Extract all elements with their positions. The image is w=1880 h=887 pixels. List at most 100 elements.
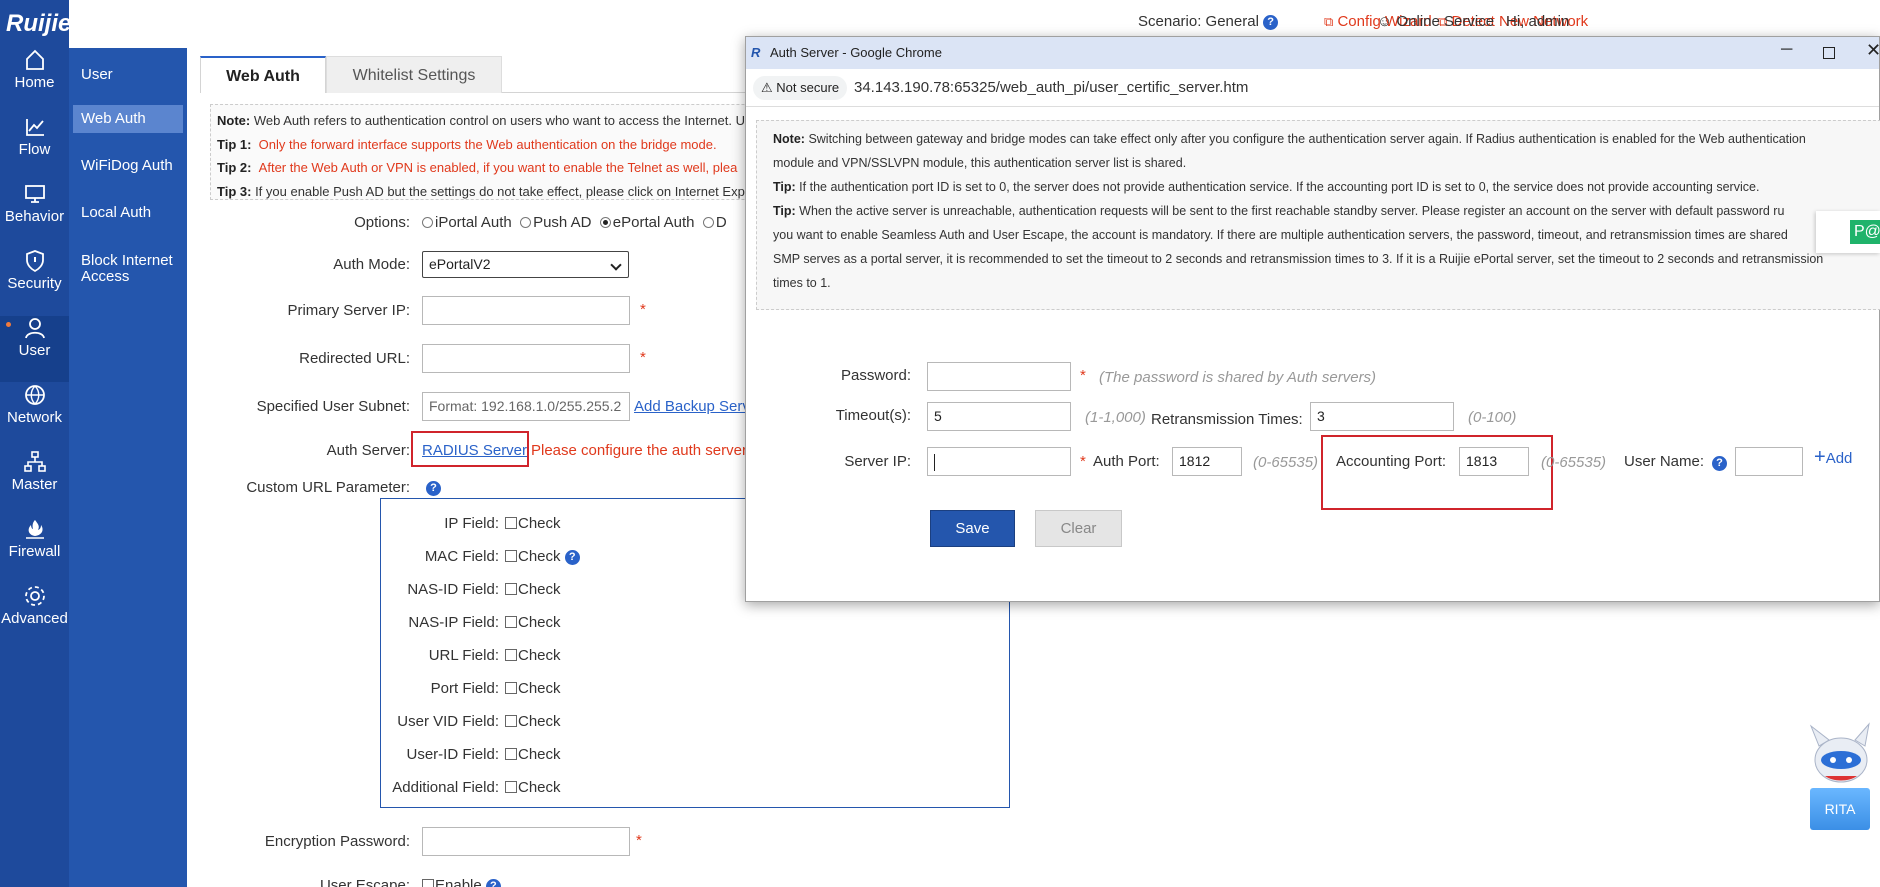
nav-flow[interactable]: Flow bbox=[0, 115, 69, 181]
minimize-button[interactable]: ─ bbox=[1781, 41, 1792, 59]
user-id-checkbox[interactable]: Check bbox=[505, 746, 561, 763]
param-ip-field: IP Field: Check bbox=[444, 515, 561, 532]
radio-d[interactable]: D bbox=[702, 214, 727, 231]
param-user-vid-field: User VID Field: Check bbox=[397, 713, 561, 730]
nas-id-checkbox[interactable]: Check bbox=[505, 581, 561, 598]
nav-home[interactable]: Home bbox=[0, 48, 69, 114]
timeout-hint: (1-1,000) bbox=[1085, 409, 1146, 426]
nas-ip-checkbox[interactable]: Check bbox=[505, 614, 561, 631]
nav-user[interactable]: User bbox=[0, 316, 69, 382]
scenario: Scenario: General ? bbox=[1138, 13, 1279, 30]
subnav-local-auth[interactable]: Local Auth bbox=[73, 199, 183, 227]
nav-master-label: Master bbox=[11, 476, 58, 493]
nav-network[interactable]: Network bbox=[0, 383, 69, 449]
timeout-input[interactable]: 5 bbox=[927, 402, 1071, 431]
server-ip-input[interactable] bbox=[927, 447, 1071, 476]
additional-field-checkbox[interactable]: Check bbox=[505, 779, 561, 796]
popup-titlebar: R Auth Server - Google Chrome ─ ✕ bbox=[746, 37, 1880, 69]
redirect-url-input[interactable] bbox=[422, 344, 630, 373]
port-field-checkbox[interactable]: Check bbox=[505, 680, 561, 697]
help-icon[interactable]: ? bbox=[485, 878, 501, 887]
username-input[interactable] bbox=[1735, 447, 1803, 476]
popup-url[interactable]: 34.143.190.78:65325/web_auth_pi/user_cer… bbox=[854, 79, 1248, 96]
robot-mascot-icon bbox=[1809, 722, 1870, 783]
primary-ip-label: Primary Server IP: bbox=[287, 302, 410, 319]
not-secure-badge[interactable]: ⚠ Not secure bbox=[753, 76, 848, 100]
subnav-wifidog-auth[interactable]: WiFiDog Auth bbox=[73, 152, 183, 180]
timeout-label: Timeout(s): bbox=[835, 407, 911, 424]
subnav-web-auth[interactable]: Web Auth bbox=[73, 105, 183, 133]
custom-url-text: Custom URL Parameter: bbox=[246, 479, 410, 496]
add-server-button[interactable]: +Add bbox=[1814, 447, 1852, 467]
nav-behavior[interactable]: Behavior bbox=[0, 182, 69, 248]
ip-field-checkbox[interactable]: Check bbox=[505, 515, 561, 532]
password-input[interactable] bbox=[927, 362, 1071, 391]
radio-eportal[interactable]: ePortal Auth bbox=[599, 214, 695, 231]
redirect-url-label: Redirected URL: bbox=[299, 350, 410, 367]
nav-advanced[interactable]: Advanced bbox=[0, 584, 69, 650]
help-icon: ? bbox=[426, 480, 441, 496]
subnav-user[interactable]: User bbox=[73, 61, 183, 89]
mac-field-checkbox[interactable]: Check ? bbox=[505, 548, 580, 565]
sub-sidebar: User Web Auth WiFiDog Auth Local Auth Bl… bbox=[69, 48, 187, 887]
custom-url-label: Custom URL Parameter: bbox=[200, 479, 410, 496]
online-service[interactable]: ☺ Online Service bbox=[1377, 13, 1494, 30]
user-vid-checkbox[interactable]: Check bbox=[505, 713, 561, 730]
nav-master[interactable]: Master bbox=[0, 450, 69, 516]
shield-icon bbox=[25, 250, 44, 273]
text-cursor bbox=[934, 453, 935, 471]
popup-note-box: Note: Switching between gateway and brid… bbox=[756, 120, 1880, 310]
maximize-button[interactable] bbox=[1823, 47, 1835, 59]
popup-note-text: Switching between gateway and bridge mod… bbox=[808, 132, 1806, 146]
retransmission-input[interactable]: 3 bbox=[1310, 402, 1454, 431]
add-backup-link[interactable]: Add Backup Serv bbox=[634, 398, 750, 415]
home-icon bbox=[25, 49, 44, 70]
note-text: Web Auth refers to authentication contro… bbox=[253, 113, 745, 128]
subnet-input[interactable]: Format: 192.168.1.0/255.255.2 bbox=[422, 392, 630, 421]
tip3-text: If you enable Push AD but the settings d… bbox=[255, 183, 745, 199]
scenario-value[interactable]: General bbox=[1206, 13, 1259, 30]
popup-title: Auth Server - Google Chrome bbox=[770, 45, 942, 60]
nav-security[interactable]: Security bbox=[0, 249, 69, 315]
encryption-password-input[interactable] bbox=[422, 827, 630, 856]
auth-mode-select[interactable]: ePortalV2 bbox=[422, 251, 629, 278]
subnet-label: Specified User Subnet: bbox=[256, 398, 410, 415]
clear-button[interactable]: Clear bbox=[1035, 510, 1122, 547]
server-ip-label: Server IP: bbox=[844, 453, 911, 470]
radio-push-ad[interactable]: Push AD bbox=[520, 214, 591, 231]
auth-port-input[interactable]: 1812 bbox=[1172, 447, 1242, 476]
auth-mode-label: Auth Mode: bbox=[333, 256, 410, 273]
subnav-block-internet[interactable]: Block Internet Access bbox=[73, 247, 183, 291]
param-additional-field: Additional Field: Check bbox=[392, 779, 561, 796]
encryption-password-label: Encryption Password: bbox=[264, 833, 410, 850]
side-tag[interactable]: P@ bbox=[1816, 211, 1880, 253]
accounting-port-input[interactable]: 1813 bbox=[1459, 447, 1529, 476]
nav-firewall[interactable]: Firewall bbox=[0, 517, 69, 583]
close-button[interactable]: ✕ bbox=[1866, 40, 1880, 61]
behavior-monitor-icon bbox=[24, 185, 45, 203]
popup-tip2-line3: SMP serves as a portal server, it is rec… bbox=[773, 252, 1824, 266]
save-button[interactable]: Save bbox=[930, 510, 1015, 547]
url-field-checkbox[interactable]: Check bbox=[505, 647, 561, 664]
tab-web-auth[interactable]: Web Auth bbox=[200, 56, 326, 93]
param-nas-ip-field: NAS-IP Field: Check bbox=[408, 614, 561, 631]
plus-icon: + bbox=[1814, 446, 1826, 468]
tab-whitelist[interactable]: Whitelist Settings bbox=[326, 56, 502, 93]
param-port-field: Port Field: Check bbox=[430, 680, 561, 697]
ruijie-favicon: R bbox=[751, 45, 761, 60]
user-greeting[interactable]: Hi, admin bbox=[1506, 13, 1569, 30]
custom-url-help[interactable]: ? bbox=[426, 479, 441, 496]
ruijie-logo: Ruijie bbox=[6, 10, 72, 37]
popup-tip1-label: Tip: bbox=[773, 180, 796, 194]
user-escape-checkbox[interactable]: Enable ? bbox=[422, 877, 501, 887]
radio-iportal[interactable]: iPortal Auth bbox=[422, 214, 512, 231]
primary-ip-input[interactable] bbox=[422, 296, 630, 325]
username-help[interactable]: ? bbox=[1712, 454, 1727, 471]
rita-assistant[interactable]: RITA bbox=[1805, 720, 1875, 830]
accounting-port-hint: (0-65535) bbox=[1541, 454, 1607, 471]
nav-firewall-label: Firewall bbox=[8, 543, 61, 560]
help-icon[interactable]: ? bbox=[1263, 14, 1279, 30]
user-escape-label: User Escape: bbox=[319, 877, 410, 887]
flow-chart-icon bbox=[25, 119, 44, 136]
help-icon[interactable]: ? bbox=[564, 549, 580, 565]
